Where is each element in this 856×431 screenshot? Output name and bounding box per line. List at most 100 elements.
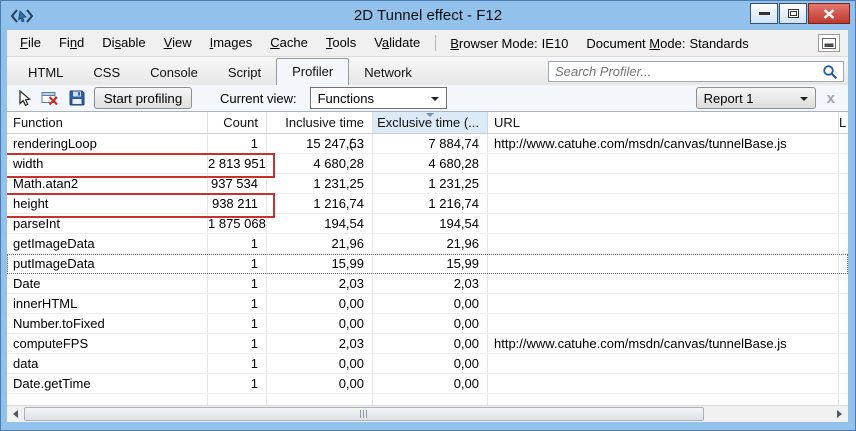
tab-network[interactable]: Network — [349, 61, 427, 85]
table-row-annotated[interactable]: width 2 813 951 4 680,28 4 680,28 — [7, 153, 848, 178]
table-header: Function Count Inclusive time (... Exclu… — [7, 112, 848, 151]
cell-function: Math.atan2 — [7, 174, 208, 193]
menu-find[interactable]: Find — [50, 30, 93, 56]
close-icon — [823, 8, 835, 19]
minimize-button[interactable] — [750, 3, 778, 24]
chevron-down-icon — [430, 97, 439, 101]
minimize-tools-button[interactable] — [818, 34, 840, 52]
cell-function: height — [7, 194, 208, 213]
cell-function: renderingLoop — [7, 134, 208, 153]
cell-inclusive: 0,00 — [267, 374, 373, 393]
cell-inclusive: 1 216,74 — [267, 194, 373, 213]
table-body: renderingLoop 1 15 247,53 7 884,74 http:… — [7, 134, 848, 405]
table-row[interactable]: renderingLoop 1 15 247,53 7 884,74 http:… — [7, 134, 848, 154]
column-header-url[interactable]: URL — [488, 112, 839, 133]
menu-cache[interactable]: Cache — [261, 30, 317, 56]
cell-line — [839, 134, 848, 153]
close-report-button[interactable]: x — [827, 90, 835, 107]
menu-images[interactable]: Images — [201, 30, 262, 56]
horizontal-scrollbar[interactable] — [7, 405, 848, 422]
cell-url — [488, 274, 839, 293]
column-header-count[interactable]: Count — [208, 112, 267, 133]
cell-inclusive: 194,54 — [267, 214, 373, 233]
cell-url — [488, 294, 839, 313]
cell-url — [488, 214, 839, 233]
select-element-button[interactable] — [16, 89, 32, 107]
cell-url — [488, 234, 839, 253]
table-row[interactable]: Math.atan2 937 534 1 231,25 1 231,25 — [7, 174, 848, 194]
column-header-function[interactable]: Function — [7, 112, 208, 133]
cell-exclusive: 0,00 — [373, 314, 488, 333]
clear-report-button[interactable] — [41, 90, 60, 106]
scroll-right-button[interactable] — [831, 406, 848, 422]
cell-exclusive: 21,96 — [373, 234, 488, 253]
scrollbar-thumb[interactable] — [24, 407, 704, 421]
browser-mode-value: IE10 — [541, 35, 569, 51]
tab-console[interactable]: Console — [135, 61, 213, 85]
menu-view[interactable]: View — [155, 30, 201, 56]
table-row[interactable]: data 1 0,00 0,00 — [7, 354, 848, 374]
menu-validate[interactable]: Validate — [365, 30, 429, 56]
cell-inclusive: 15 247,53 — [267, 134, 373, 153]
table-row[interactable]: getImageData 1 21,96 21,96 — [7, 234, 848, 254]
table-row[interactable]: Date.getTime 1 0,00 0,00 — [7, 374, 848, 394]
tab-profiler[interactable]: Profiler — [276, 58, 350, 85]
table-row-annotated[interactable]: height 938 211 1 216,74 1 216,74 — [7, 193, 848, 218]
column-header-line[interactable]: L — [839, 112, 848, 133]
search-icon[interactable] — [820, 64, 843, 80]
tab-html[interactable]: HTML — [13, 61, 78, 85]
table-row[interactable]: innerHTML 1 0,00 0,00 — [7, 294, 848, 314]
document-mode-menu[interactable]: Document Mode: — [578, 36, 689, 51]
menu-disable[interactable]: Disable — [93, 30, 154, 56]
cell-exclusive: 15,99 — [373, 254, 488, 273]
start-profiling-button[interactable]: Start profiling — [94, 87, 192, 109]
report-select[interactable]: Report 1 — [695, 87, 816, 109]
table-row-selected[interactable]: putImageData 1 15,99 15,99 — [7, 254, 848, 274]
chevron-down-icon — [799, 97, 808, 101]
cell-url — [488, 154, 839, 173]
cell-exclusive: 1 231,25 — [373, 174, 488, 193]
cell-function: width — [7, 154, 208, 173]
cell-inclusive: 0,00 — [267, 294, 373, 313]
browser-mode-menu[interactable]: Browser Mode: — [442, 36, 541, 51]
cell-function: putImageData — [7, 254, 208, 273]
cell-exclusive: 0,00 — [373, 334, 488, 353]
menu-tools[interactable]: Tools — [317, 30, 365, 56]
column-header-inclusive-time[interactable]: Inclusive time (... — [267, 112, 373, 151]
cell-line — [839, 274, 848, 293]
table-row[interactable]: Number.toFixed 1 0,00 0,00 — [7, 314, 848, 334]
cell-line — [839, 154, 848, 173]
close-button[interactable] — [808, 3, 850, 24]
table-row[interactable]: parseInt 1 875 068 194,54 194,54 — [7, 214, 848, 234]
cell-exclusive: 4 680,28 — [373, 154, 488, 173]
cell-url — [488, 254, 839, 273]
titlebar: 2D Tunnel effect - F12 — [1, 1, 855, 30]
cell-inclusive: 2,03 — [267, 334, 373, 353]
tab-script[interactable]: Script — [213, 61, 276, 85]
maximize-button[interactable] — [779, 3, 807, 24]
f12-tools-window: 2D Tunnel effect - F12 File Find Disable… — [0, 0, 856, 431]
minimize-icon — [758, 12, 770, 15]
column-header-exclusive-time[interactable]: Exclusive time (... — [373, 112, 488, 133]
cell-exclusive: 7 884,74 — [373, 134, 488, 153]
table-row[interactable]: Date 1 2,03 2,03 — [7, 274, 848, 294]
profiler-toolbar: Start profiling Current view: Functions … — [7, 85, 848, 112]
cell-line — [839, 214, 848, 233]
search-input[interactable] — [549, 64, 820, 79]
cell-line — [839, 194, 848, 213]
cell-line — [839, 374, 848, 393]
tab-css[interactable]: CSS — [78, 61, 135, 85]
table-row[interactable]: computeFPS 1 2,03 0,00 http://www.catuhe… — [7, 334, 848, 354]
view-select[interactable]: Functions — [309, 87, 447, 109]
cell-inclusive: 4 680,28 — [267, 154, 373, 173]
cell-function: parseInt — [7, 214, 208, 233]
cell-exclusive: 0,00 — [373, 374, 488, 393]
save-report-button[interactable] — [69, 90, 85, 106]
cell-line — [839, 314, 848, 333]
scroll-left-button[interactable] — [7, 406, 24, 422]
cell-exclusive: 194,54 — [373, 214, 488, 233]
cell-function: innerHTML — [7, 294, 208, 313]
menu-file[interactable]: File — [11, 30, 50, 56]
cell-exclusive: 0,00 — [373, 294, 488, 313]
cell-line — [839, 294, 848, 313]
